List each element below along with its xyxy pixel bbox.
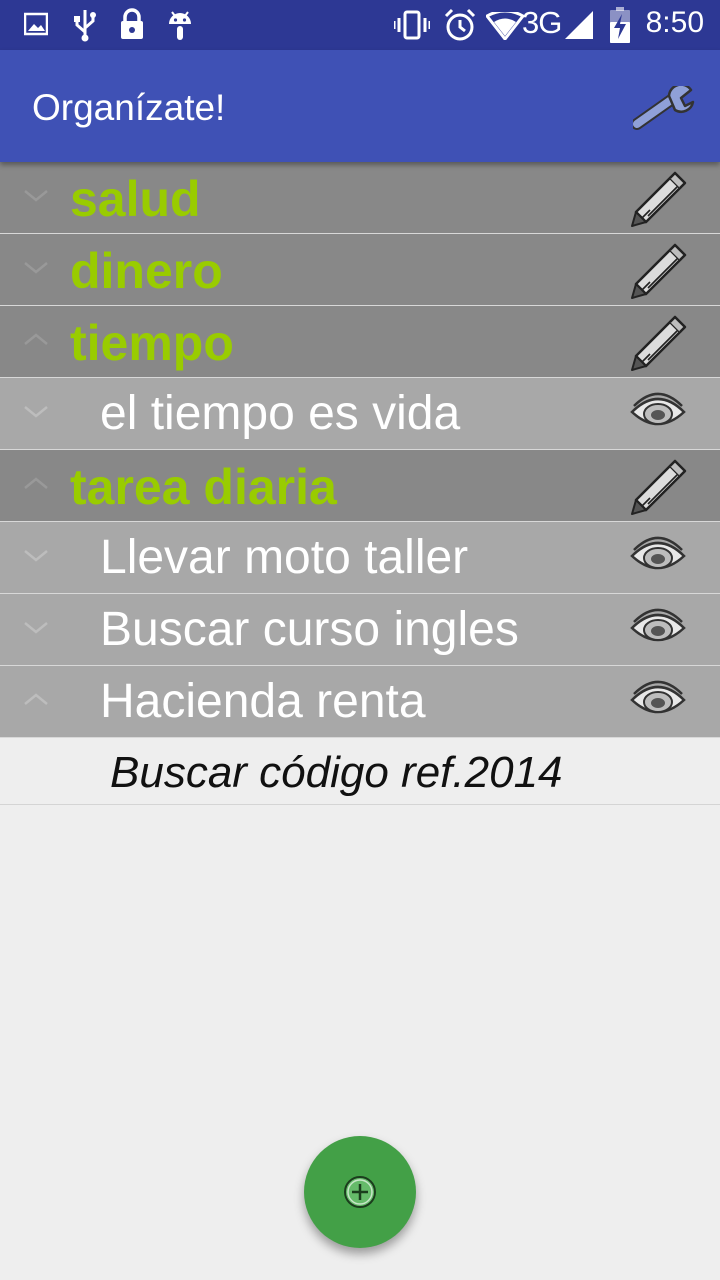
status-bar: 3G 8:50 (0, 0, 720, 50)
list-item-tiempo[interactable]: tiempo (0, 306, 720, 378)
chevron-down-icon[interactable] (22, 404, 50, 420)
task-note-text: Buscar código ref.2014 (110, 748, 563, 797)
list-item-salud[interactable]: salud (0, 162, 720, 234)
list-item-buscar-curso-ingles[interactable]: Buscar curso ingles (0, 594, 720, 666)
chevron-up-icon[interactable] (22, 332, 50, 348)
eye-icon[interactable] (628, 384, 688, 444)
add-circle-icon (344, 1176, 376, 1208)
eye-icon[interactable] (628, 600, 688, 660)
category-label: tarea diaria (70, 459, 337, 515)
chevron-down-icon[interactable] (22, 548, 50, 564)
wifi-icon (486, 12, 524, 40)
list-item-hacienda-renta[interactable]: Hacienda renta (0, 666, 720, 738)
battery-charging-icon (610, 7, 630, 43)
chevron-down-icon[interactable] (22, 188, 50, 204)
list-item-llevar-moto-taller[interactable]: Llevar moto taller (0, 522, 720, 594)
chevron-down-icon[interactable] (22, 260, 50, 276)
task-label: el tiempo es vida (100, 387, 461, 440)
category-label: dinero (70, 243, 223, 299)
chevron-down-icon[interactable] (22, 620, 50, 636)
task-label: Hacienda renta (100, 675, 426, 728)
add-button[interactable] (304, 1136, 416, 1248)
pencil-icon[interactable] (628, 240, 688, 300)
vibrate-icon (394, 10, 430, 40)
android-icon (169, 11, 191, 40)
wrench-icon[interactable] (633, 86, 695, 130)
app-bar: Organízate! (0, 50, 720, 162)
alarm-icon (444, 8, 476, 41)
app-title: Organízate! (32, 87, 226, 128)
clock: 8:50 (645, 6, 704, 39)
eye-icon[interactable] (628, 672, 688, 732)
pencil-icon[interactable] (628, 168, 688, 228)
task-note: Buscar código ref.2014 (0, 738, 720, 805)
pencil-icon[interactable] (628, 312, 688, 372)
usb-icon (74, 10, 96, 42)
category-list: salud dinero tiempo el tiempo es vida ta… (0, 162, 720, 805)
chevron-up-icon[interactable] (22, 476, 50, 492)
eye-icon[interactable] (628, 528, 688, 588)
image-icon (24, 12, 48, 36)
pencil-icon[interactable] (628, 456, 688, 516)
list-item-tarea-diaria[interactable]: tarea diaria (0, 450, 720, 522)
category-label: tiempo (70, 315, 234, 371)
signal-icon (565, 11, 593, 39)
list-item-dinero[interactable]: dinero (0, 234, 720, 306)
chevron-up-icon[interactable] (22, 692, 50, 708)
task-label: Llevar moto taller (100, 531, 469, 584)
task-label: Buscar curso ingles (100, 603, 519, 656)
category-label: salud (70, 171, 201, 227)
list-item-el-tiempo-es-vida[interactable]: el tiempo es vida (0, 378, 720, 450)
network-type-label: 3G (522, 5, 562, 40)
lock-icon (121, 8, 143, 39)
